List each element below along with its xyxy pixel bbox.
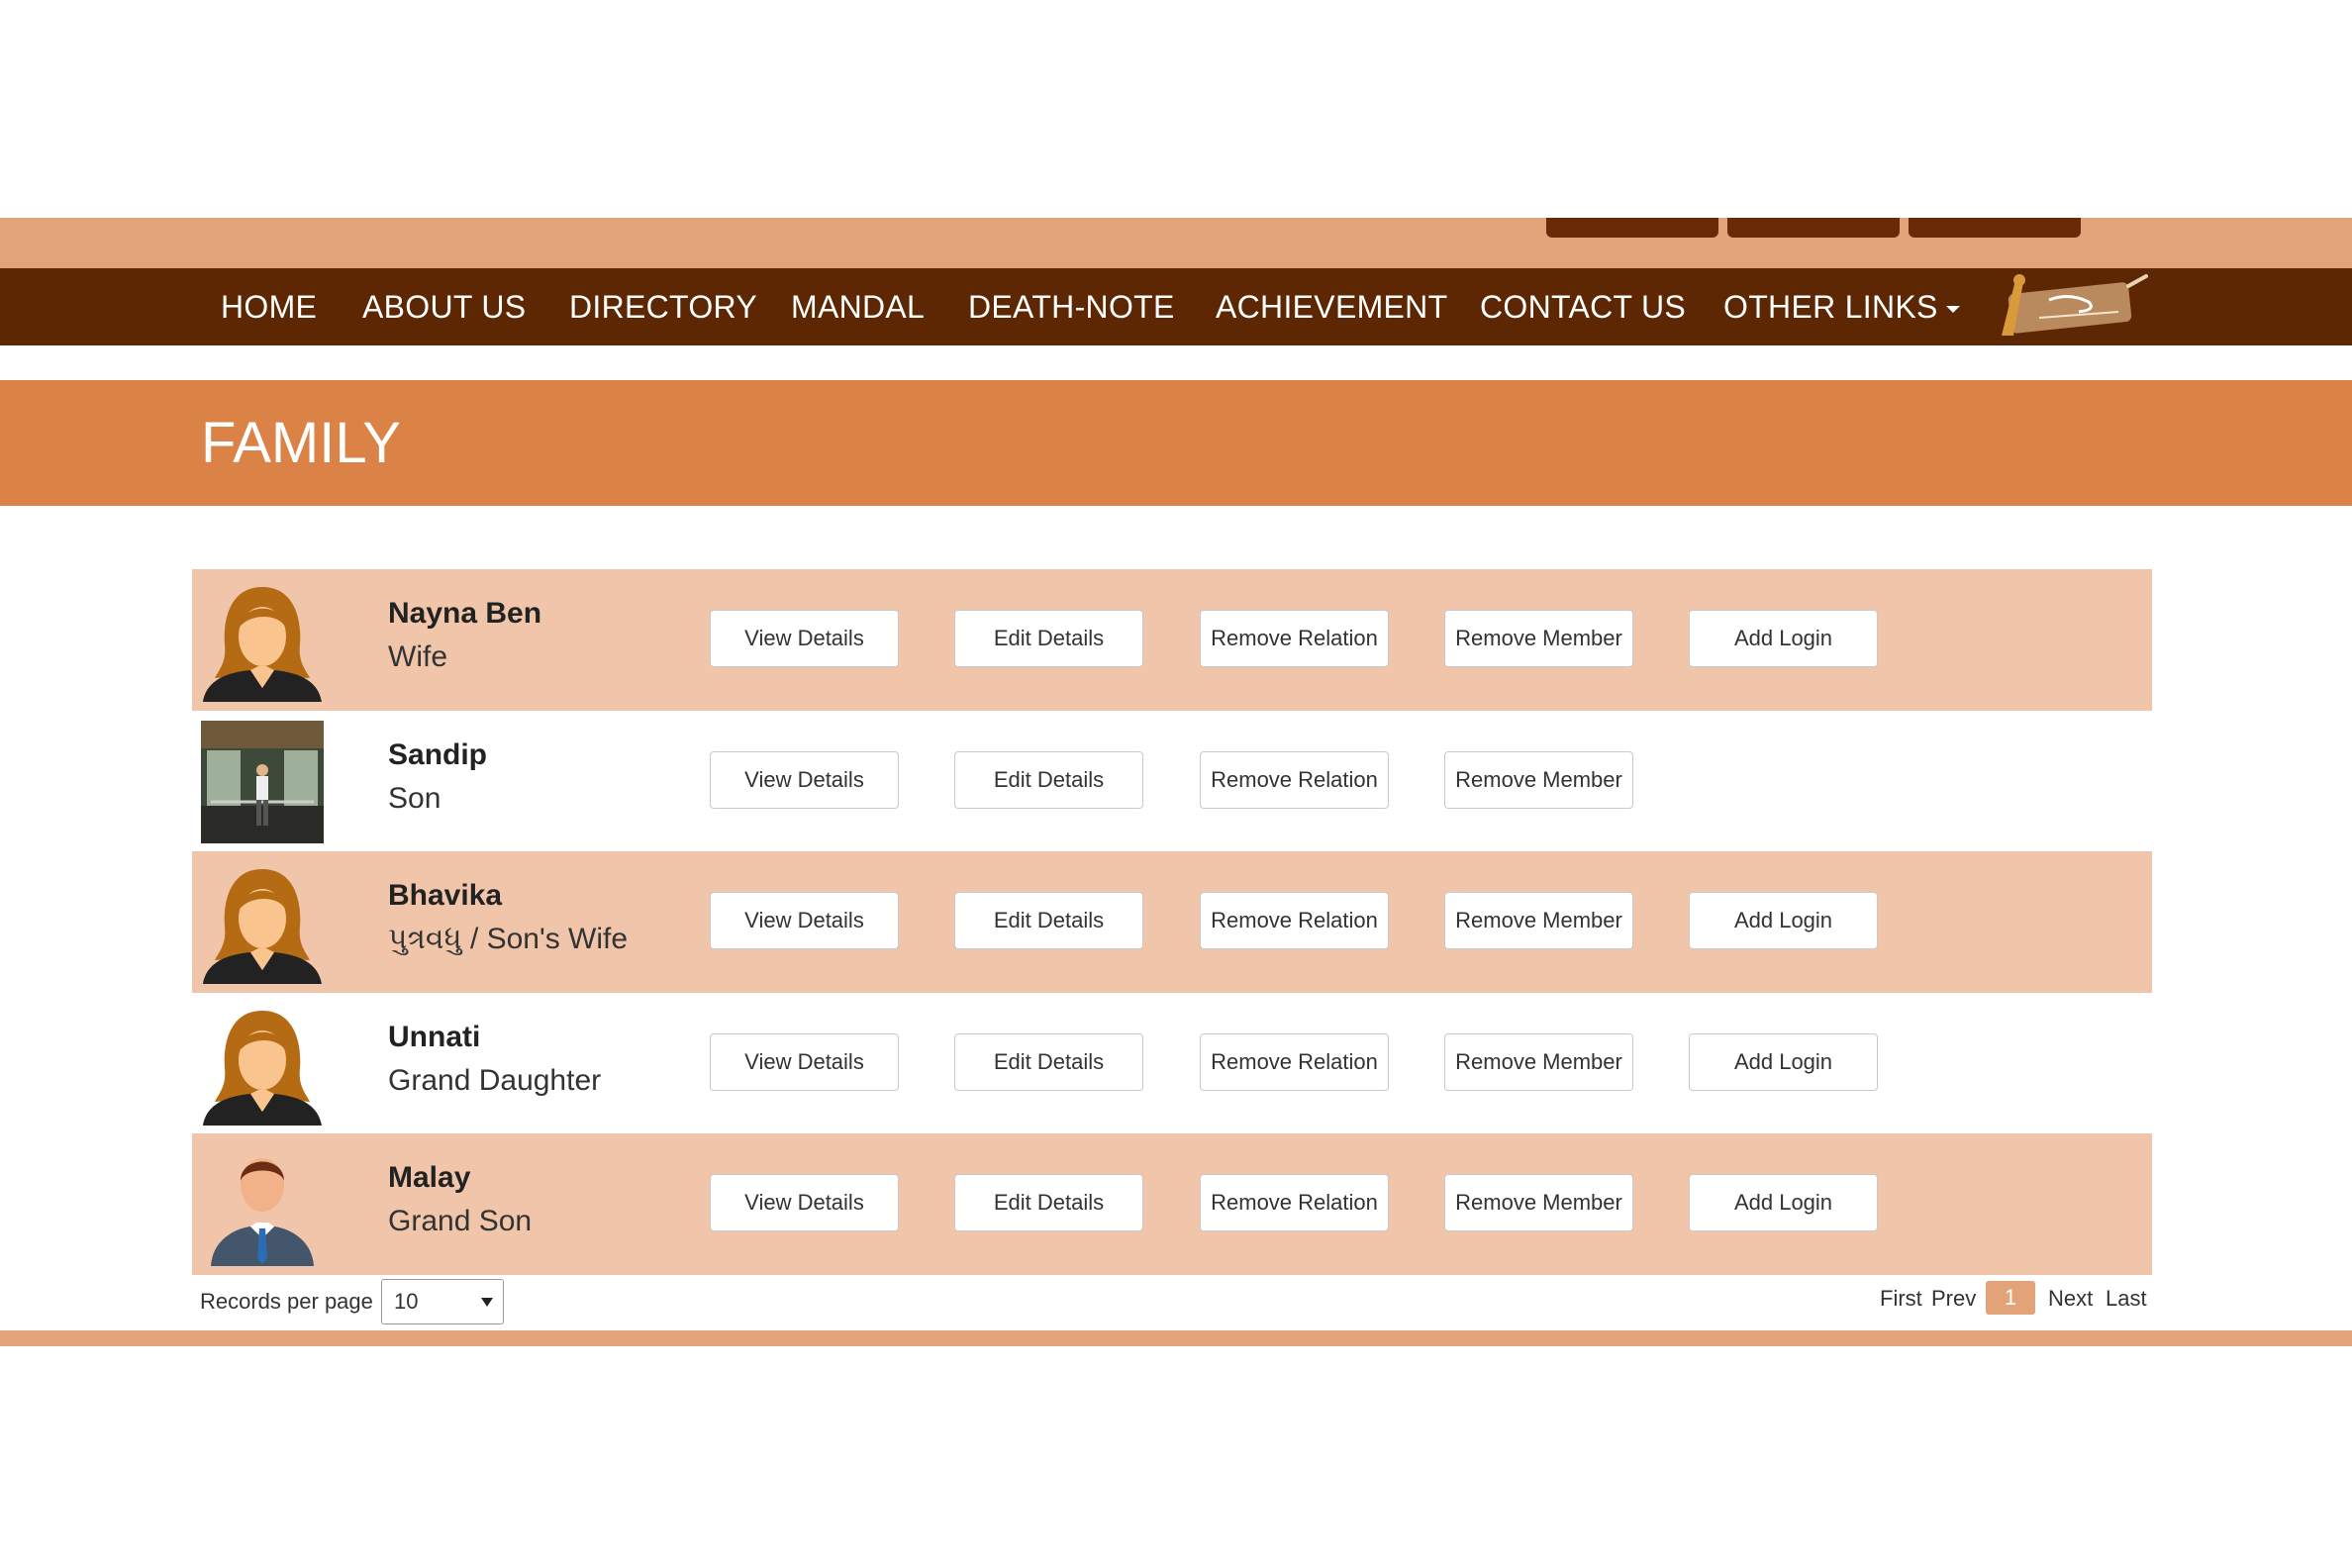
edit-details-button[interactable]: Edit Details — [954, 1032, 1143, 1091]
male-avatar-icon — [211, 1158, 314, 1266]
member-name: Unnati — [388, 1020, 481, 1053]
records-per-page-select[interactable]: 10 — [381, 1279, 504, 1324]
view-details-button[interactable]: View Details — [710, 1032, 899, 1091]
member-name: Nayna Ben — [388, 597, 542, 630]
member-relation: Wife — [388, 640, 447, 673]
page-title: FAMILY — [201, 411, 401, 475]
site-logo[interactable] — [1980, 272, 2148, 342]
remove-member-button[interactable]: Remove Member — [1444, 1174, 1633, 1231]
pagination-last[interactable]: Last — [2106, 1279, 2147, 1319]
remove-member-button[interactable]: Remove Member — [1444, 1032, 1633, 1091]
table-row: Unnati Grand Daughter View Details Edit … — [192, 993, 2152, 1134]
edit-details-button[interactable]: Edit Details — [954, 610, 1143, 667]
member-relation: Son — [388, 781, 441, 815]
dropdown-arrow-icon — [481, 1298, 493, 1307]
edit-details-button[interactable]: Edit Details — [954, 750, 1143, 809]
top-bar — [0, 218, 2352, 268]
nav-other-links-label: OTHER LINKS — [1723, 289, 1938, 325]
remove-relation-button[interactable]: Remove Relation — [1200, 892, 1389, 949]
bottom-divider — [0, 1330, 2352, 1346]
table-row: Sandip Son View Details Edit Details Rem… — [192, 711, 2152, 852]
nav-about-us[interactable]: ABOUT US — [362, 268, 526, 345]
member-relation: Grand Daughter — [388, 1063, 602, 1097]
member-name: Bhavika — [388, 879, 503, 912]
top-button-3[interactable] — [1909, 218, 2081, 238]
family-header: FAMILY — [0, 380, 2352, 506]
table-row: Bhavika પુત્રવધુ / Son's Wife View Detai… — [192, 851, 2152, 993]
pagination-prev[interactable]: Prev — [1931, 1279, 1976, 1319]
nav-death-note[interactable]: DEATH-NOTE — [968, 268, 1175, 345]
top-button-2[interactable] — [1727, 218, 1900, 238]
pagination-first[interactable]: First — [1880, 1279, 1922, 1319]
nav-achievement[interactable]: ACHIEVEMENT — [1216, 268, 1447, 345]
table-row: Malay Grand Son View Details Edit Detail… — [192, 1133, 2152, 1275]
add-login-button[interactable]: Add Login — [1689, 892, 1878, 949]
remove-relation-button[interactable]: Remove Relation — [1200, 1174, 1389, 1231]
add-login-button[interactable]: Add Login — [1689, 1174, 1878, 1231]
pagination-current-page[interactable]: 1 — [1986, 1281, 2035, 1315]
add-login-button[interactable]: Add Login — [1689, 610, 1878, 667]
view-details-button[interactable]: View Details — [710, 610, 899, 667]
view-details-button[interactable]: View Details — [710, 1174, 899, 1231]
records-per-page-label: Records per page : — [200, 1289, 386, 1314]
records-per-page-value: 10 — [394, 1289, 419, 1314]
caret-down-icon — [1945, 306, 1960, 314]
nav-contact-us[interactable]: CONTACT US — [1480, 268, 1686, 345]
female-avatar-icon — [203, 587, 322, 702]
member-name: Sandip — [388, 737, 488, 771]
remove-member-button[interactable]: Remove Member — [1444, 750, 1633, 809]
pagination-next[interactable]: Next — [2048, 1279, 2093, 1319]
nav-home[interactable]: HOME — [221, 268, 317, 345]
member-photo — [201, 720, 324, 843]
remove-relation-button[interactable]: Remove Relation — [1200, 750, 1389, 809]
view-details-button[interactable]: View Details — [710, 750, 899, 809]
nav-other-links[interactable]: OTHER LINKS — [1723, 268, 1960, 345]
view-details-button[interactable]: View Details — [710, 892, 899, 949]
remove-member-button[interactable]: Remove Member — [1444, 892, 1633, 949]
table-row: Nayna Ben Wife View Details Edit Details… — [192, 569, 2152, 711]
add-login-button[interactable]: Add Login — [1689, 1032, 1878, 1091]
edit-details-button[interactable]: Edit Details — [954, 1174, 1143, 1231]
remove-relation-button[interactable]: Remove Relation — [1200, 610, 1389, 667]
female-avatar-icon — [203, 869, 322, 984]
nav-directory[interactable]: DIRECTORY — [569, 268, 757, 345]
main-nav: HOME ABOUT US DIRECTORY MANDAL DEATH-NOT… — [0, 268, 2352, 345]
remove-member-button[interactable]: Remove Member — [1444, 610, 1633, 667]
female-avatar-icon — [203, 1010, 322, 1126]
member-name: Malay — [388, 1161, 471, 1194]
member-relation: પુત્રવધુ / Son's Wife — [388, 923, 629, 955]
member-relation: Grand Son — [388, 1205, 533, 1237]
nav-mandal[interactable]: MANDAL — [791, 268, 925, 345]
top-button-1[interactable] — [1546, 218, 1718, 238]
edit-details-button[interactable]: Edit Details — [954, 892, 1143, 949]
remove-relation-button[interactable]: Remove Relation — [1200, 1032, 1389, 1091]
family-table: Nayna Ben Wife View Details Edit Details… — [192, 569, 2152, 1275]
